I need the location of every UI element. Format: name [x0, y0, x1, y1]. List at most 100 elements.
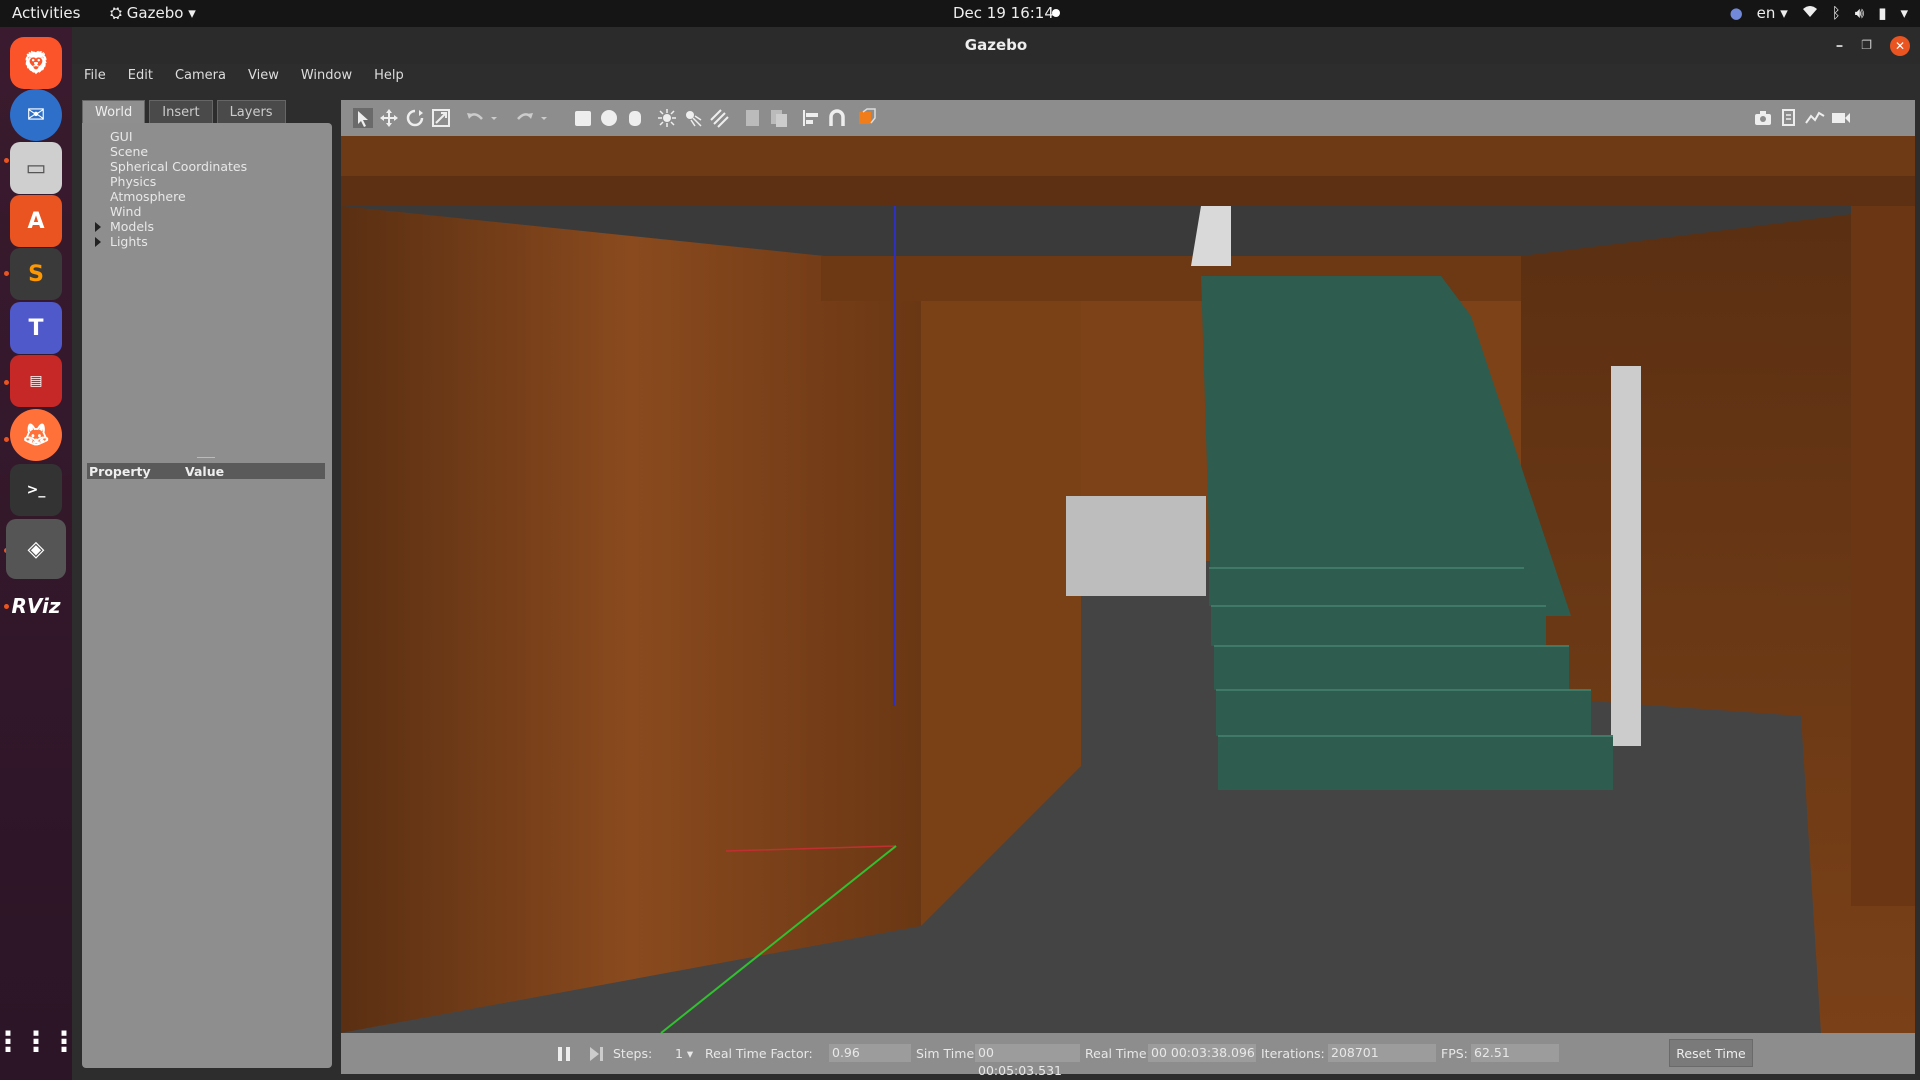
undo-icon[interactable] [465, 108, 485, 128]
gnome-top-bar: Activities ⛭ Gazebo ▾ Dec 19 16:14 ● en … [0, 0, 1920, 27]
window-title: Gazebo [964, 36, 1028, 54]
bluetooth-icon[interactable]: ᛒ [1832, 4, 1841, 22]
tab-world[interactable]: World [82, 100, 146, 123]
sim-time-value: 00 00:05:03.531 [975, 1044, 1080, 1078]
scale-mode-icon[interactable] [431, 108, 451, 128]
app-menu-label: Gazebo [126, 4, 184, 22]
rotate-mode-icon[interactable] [405, 108, 425, 128]
fps-value: 62.51 [1471, 1044, 1559, 1062]
software-icon[interactable]: A [10, 195, 62, 247]
step-icon[interactable] [589, 1046, 605, 1062]
plot-icon[interactable] [1805, 108, 1825, 128]
files-icon[interactable]: ▭ [10, 142, 62, 194]
close-icon[interactable]: ✕ [1890, 35, 1910, 56]
menu-help[interactable]: Help [374, 64, 414, 90]
paste-icon[interactable] [769, 108, 789, 128]
tree-item-lights[interactable]: Lights [92, 234, 247, 249]
directional-light-icon[interactable] [709, 108, 729, 128]
select-mode-icon[interactable] [353, 108, 373, 128]
cylinder-shape-icon[interactable] [625, 108, 645, 128]
tree-item-spherical-coordinates[interactable]: Spherical Coordinates [92, 159, 247, 174]
point-light-icon[interactable] [657, 108, 677, 128]
menu-edit[interactable]: Edit [128, 64, 163, 90]
chevron-down-icon: ▾ [188, 4, 196, 22]
iterations-label: Iterations: [1261, 1046, 1325, 1061]
firefox-icon[interactable]: 🦊︎ [10, 409, 62, 461]
tab-layers[interactable]: Layers [216, 100, 286, 123]
app-menu[interactable]: ⛭ Gazebo ▾ [110, 4, 196, 22]
menu-window[interactable]: Window [301, 64, 362, 90]
real-time-label: Real Time: [1085, 1046, 1151, 1061]
undo-history-chevron-icon[interactable] [489, 108, 499, 128]
terminal-app-icon[interactable]: ▤ [10, 355, 62, 407]
snap-icon[interactable] [827, 108, 847, 128]
z-axis [893, 205, 896, 707]
tree-item-gui[interactable]: GUI [92, 129, 247, 144]
clock[interactable]: Dec 19 16:14 [953, 4, 1054, 22]
box-shape-icon[interactable] [573, 108, 593, 128]
3d-viewport[interactable] [341, 136, 1915, 1033]
redo-icon[interactable] [515, 108, 535, 128]
scene-area: Steps: 1 ▾ Real Time Factor: 0.96 Sim Ti… [341, 100, 1915, 1078]
wifi-icon[interactable] [1802, 4, 1818, 22]
spot-light-icon[interactable] [683, 108, 703, 128]
power-menu-chevron-icon[interactable]: ▾ [1900, 4, 1908, 22]
tree-item-models[interactable]: Models [92, 219, 247, 234]
teams-icon[interactable]: T [10, 302, 62, 354]
app-grid-icon[interactable]: ⋮⋮⋮ [0, 1015, 78, 1067]
screenshot-camera-icon[interactable] [1753, 108, 1773, 128]
dock: 🦁︎ ✉ ▭ A S T ▤ 🦊︎ >_ ◈ RViz ⋮⋮⋮ [0, 27, 78, 1080]
left-panel: World Insert Layers GUI Scene Spherical … [82, 100, 332, 1068]
menu-camera[interactable]: Camera [175, 64, 236, 90]
doorway-right [1611, 366, 1641, 746]
pause-icon[interactable] [556, 1046, 572, 1062]
view-angle-icon[interactable] [857, 108, 877, 128]
menu-view[interactable]: View [248, 64, 289, 90]
tree-item-wind[interactable]: Wind [92, 204, 247, 219]
menu-file[interactable]: File [84, 64, 116, 90]
video-record-icon[interactable] [1831, 108, 1851, 128]
sublime-text-icon[interactable]: S [10, 248, 62, 300]
status-bar: Steps: 1 ▾ Real Time Factor: 0.96 Sim Ti… [341, 1033, 1915, 1078]
minimize-icon[interactable]: – [1836, 27, 1844, 64]
property-column-header[interactable]: Property [89, 464, 151, 479]
language-label: en [1756, 4, 1776, 22]
gazebo-small-icon: ⛭ [110, 4, 123, 22]
rtf-value: 0.96 [829, 1044, 911, 1062]
tab-insert[interactable]: Insert [149, 100, 213, 123]
maximize-icon[interactable]: ❐ [1861, 27, 1872, 64]
system-tray[interactable]: ● en ▾ ᛒ 🔊︎ ▮ ▾ [1730, 4, 1908, 22]
brave-icon[interactable]: 🦁︎ [10, 37, 62, 89]
property-table-header: Property Value [87, 463, 325, 479]
sim-time-label: Sim Time: [916, 1046, 979, 1061]
log-data-icon[interactable] [1779, 108, 1799, 128]
value-column-header[interactable]: Value [185, 464, 224, 479]
sphere-shape-icon[interactable] [599, 108, 619, 128]
redo-history-chevron-icon[interactable] [539, 108, 549, 128]
tree-item-scene[interactable]: Scene [92, 144, 247, 159]
toolbar [341, 100, 1915, 136]
steps-spinbox[interactable]: 1 ▾ [675, 1046, 693, 1061]
terminal-icon[interactable]: >_ [10, 464, 62, 516]
rviz-icon[interactable]: RViz [10, 580, 62, 632]
tree-item-physics[interactable]: Physics [92, 174, 247, 189]
reset-time-button[interactable]: Reset Time [1669, 1039, 1753, 1067]
steps-label: Steps: [613, 1046, 653, 1061]
battery-icon[interactable]: ▮ [1878, 4, 1886, 22]
panel-tabs: World Insert Layers [82, 100, 332, 123]
volume-icon[interactable]: 🔊︎ [1855, 4, 1864, 22]
gazebo-icon[interactable]: ◈ [6, 519, 66, 579]
language-indicator[interactable]: en ▾ [1757, 4, 1788, 22]
thunderbird-icon[interactable]: ✉ [10, 89, 62, 141]
copy-icon[interactable] [743, 108, 763, 128]
translate-mode-icon[interactable] [379, 108, 399, 128]
steps-value: 1 [675, 1046, 683, 1061]
title-bar[interactable]: Gazebo – ❐ ✕ [72, 27, 1920, 64]
tree-item-atmosphere[interactable]: Atmosphere [92, 189, 247, 204]
discord-icon[interactable]: ● [1730, 4, 1743, 22]
splitter-handle[interactable] [197, 457, 215, 458]
left-wall [341, 206, 921, 1033]
activities-button[interactable]: Activities [12, 4, 80, 22]
align-icon[interactable] [801, 108, 821, 128]
notification-dot [1052, 9, 1060, 17]
